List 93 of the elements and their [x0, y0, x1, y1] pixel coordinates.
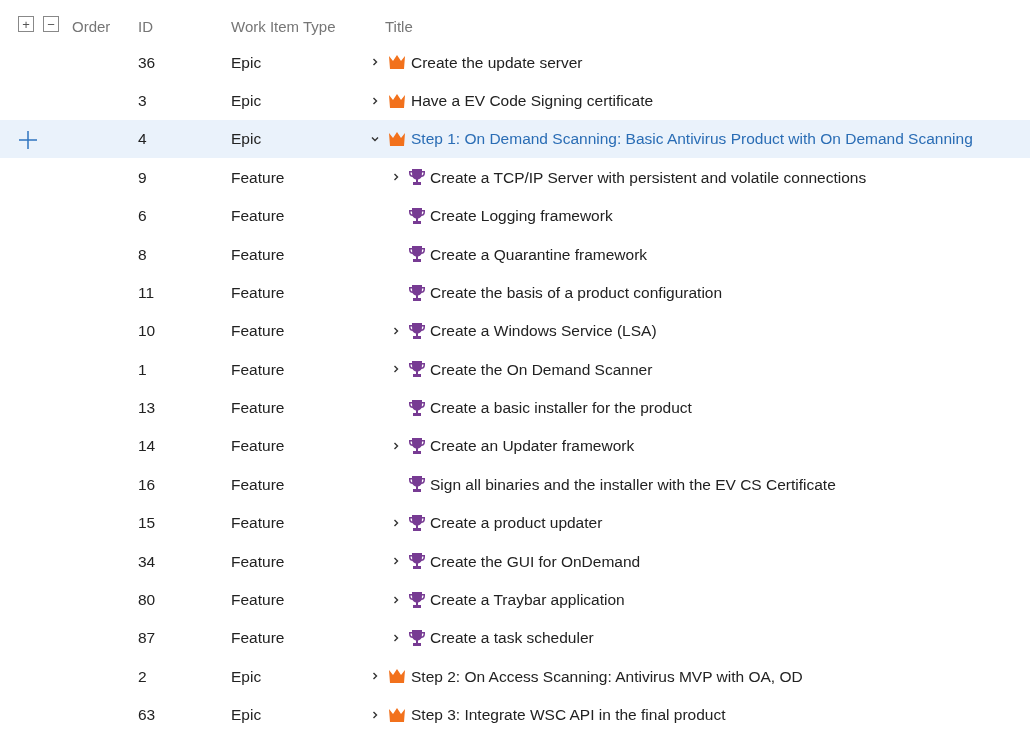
chevron-icon[interactable]: [371, 672, 379, 681]
crown-icon: [388, 706, 406, 723]
type-cell-text: Feature: [231, 167, 285, 188]
title-link[interactable]: Create the GUI for OnDemand: [430, 549, 641, 573]
title-link[interactable]: Create a product updater: [430, 511, 603, 535]
type-cell-text: Epic: [231, 90, 262, 111]
title-link[interactable]: Create a Traybar application: [430, 588, 625, 612]
crown-icon: [388, 54, 406, 71]
title-link[interactable]: Create the On Demand Scanner: [430, 357, 653, 381]
id-cell-text: 2: [138, 666, 147, 687]
chevron-icon[interactable]: [371, 710, 379, 719]
chevron-icon[interactable]: [392, 173, 400, 182]
id-cell-text: 80: [138, 590, 156, 611]
chevron-icon[interactable]: [392, 557, 400, 566]
chevron-icon[interactable]: [371, 58, 379, 67]
title-link[interactable]: Sign all binaries and the installer with the EV CS Certificate: [430, 472, 836, 497]
trophy-icon: [409, 283, 425, 302]
trophy-icon: [409, 168, 425, 187]
type-cell-text: Feature: [231, 321, 285, 342]
chevron-icon[interactable]: [392, 634, 400, 643]
trophy-icon: [409, 437, 425, 456]
title-link[interactable]: Step 2: On Access Scanning: Antivirus MVP with OA, OD: [411, 664, 803, 689]
id-cell-text: 13: [138, 398, 156, 419]
title-link[interactable]: Create Logging framework: [430, 204, 613, 228]
add-icon[interactable]: [19, 130, 37, 149]
type-cell-text: Feature: [231, 474, 285, 495]
title-link[interactable]: Create a Quarantine framework: [430, 242, 648, 266]
crown-icon: [388, 92, 406, 109]
title-link[interactable]: Step 3: Integrate WSC API in the final product: [411, 703, 726, 727]
id-cell-text: 14: [138, 436, 156, 457]
crown-icon: [388, 668, 406, 685]
trophy-icon: [409, 552, 425, 571]
id-cell-text: 34: [138, 551, 156, 572]
collapse-all-button[interactable]: −: [43, 16, 59, 32]
title-link[interactable]: Step 1: On Demand Scanning: Basic Antivirus Product with On Demand Scanning: [411, 127, 973, 151]
type-cell-text: Feature: [231, 628, 285, 649]
id-cell-text: 15: [138, 513, 156, 534]
title-link[interactable]: Have a EV Code Signing certificate: [411, 88, 654, 113]
chevron-icon[interactable]: [392, 518, 400, 527]
column-header[interactable]: ID: [138, 16, 153, 39]
id-cell-text: 6: [138, 206, 147, 227]
id-cell-text: 3: [138, 90, 147, 111]
chevron-icon[interactable]: [371, 134, 379, 143]
trophy-icon: [409, 475, 425, 494]
id-cell-text: 4: [138, 129, 147, 150]
type-cell-text: Feature: [231, 206, 285, 227]
id-cell-text: 11: [138, 282, 155, 303]
title-link[interactable]: Create a task scheduler: [430, 626, 594, 650]
id-cell-text: 63: [138, 705, 156, 726]
id-cell-text: 16: [138, 474, 156, 495]
title-link[interactable]: Create a basic installer for the product: [430, 396, 692, 420]
type-cell-text: Epic: [231, 666, 262, 687]
trophy-icon: [409, 398, 425, 417]
trophy-icon: [409, 245, 425, 264]
chevron-icon[interactable]: [392, 365, 400, 374]
crown-icon: [388, 130, 406, 147]
id-cell-text: 10: [138, 321, 156, 342]
trophy-icon: [409, 590, 425, 609]
trophy-icon: [409, 513, 425, 532]
type-cell-text: Epic: [231, 705, 262, 726]
type-cell-text: Feature: [231, 436, 285, 457]
title-link[interactable]: Create an Updater framework: [430, 434, 635, 458]
chevron-icon[interactable]: [392, 442, 400, 451]
column-header[interactable]: Work Item Type: [231, 16, 336, 39]
expand-all-button[interactable]: +: [18, 16, 34, 32]
type-cell-text: Feature: [231, 359, 285, 380]
id-cell-text: 8: [138, 244, 147, 265]
trophy-icon: [409, 206, 425, 225]
column-header[interactable]: Title: [385, 16, 413, 39]
table-row[interactable]: 4 Epic Step 1: On Demand Scanning: Basic Antivirus Product with On Demand Scanning: [0, 119, 1030, 159]
type-cell-text: Feature: [231, 398, 285, 419]
title-link[interactable]: Create the update server: [411, 50, 583, 74]
id-cell-text: 87: [138, 628, 156, 649]
type-cell-text: Epic: [231, 52, 262, 73]
type-cell-text: Feature: [231, 551, 285, 572]
title-link[interactable]: Create a Windows Service (LSA): [430, 319, 657, 343]
type-cell-text: Feature: [231, 590, 285, 611]
chevron-icon[interactable]: [371, 96, 379, 105]
trophy-icon: [409, 321, 425, 340]
type-cell-text: Feature: [231, 513, 285, 534]
chevron-icon[interactable]: [392, 595, 400, 604]
type-cell-text: Feature: [231, 244, 285, 265]
chevron-icon[interactable]: [392, 326, 400, 335]
type-cell-text: Epic: [231, 129, 262, 150]
id-cell-text: 9: [138, 167, 147, 188]
trophy-icon: [409, 360, 425, 379]
id-cell-text: 1: [138, 359, 147, 380]
column-header[interactable]: Order: [72, 16, 111, 39]
type-cell-text: Feature: [231, 282, 285, 303]
id-cell-text: 36: [138, 52, 156, 73]
title-link[interactable]: Create a TCP/IP Server with persistent and volatile connections: [430, 165, 867, 189]
title-link[interactable]: Create the basis of a product configuration: [430, 280, 723, 305]
trophy-icon: [409, 629, 425, 648]
